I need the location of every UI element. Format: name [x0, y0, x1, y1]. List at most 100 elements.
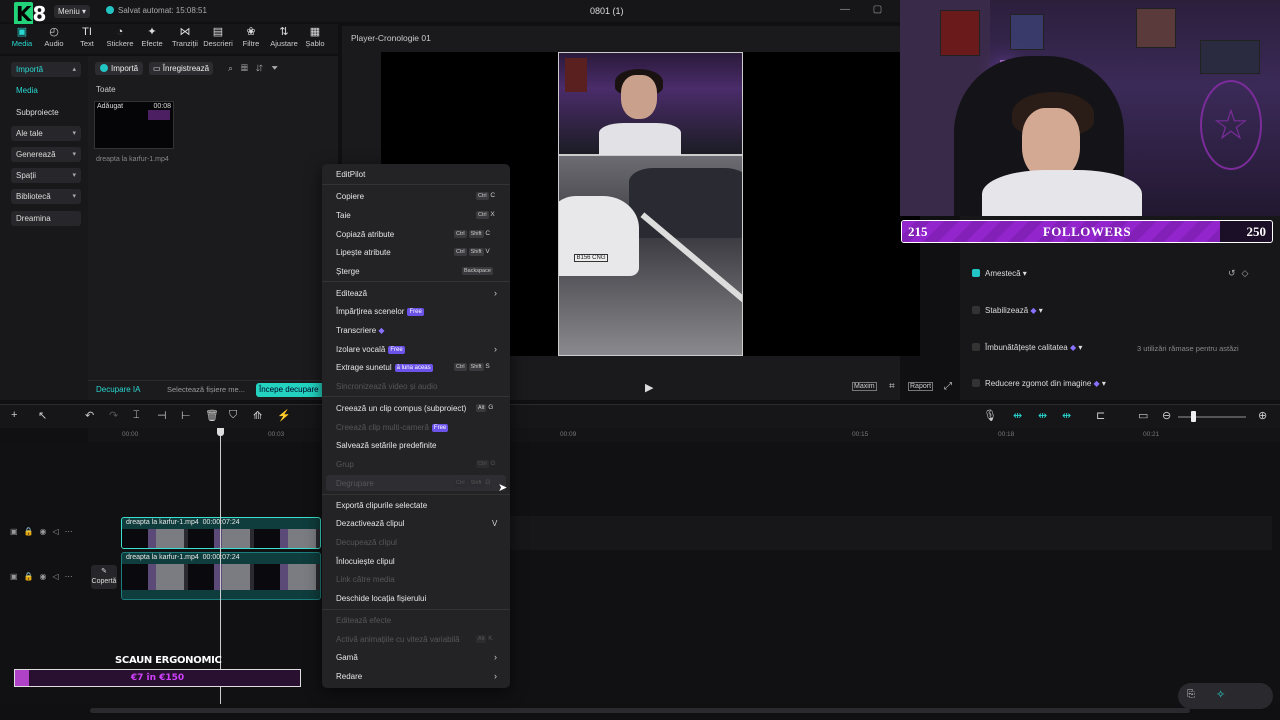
- delete-icon[interactable]: 🗑: [205, 409, 219, 422]
- cover-button[interactable]: ✎ Copertă: [91, 565, 117, 589]
- screenshot-icon[interactable]: ⌗: [889, 381, 895, 392]
- more-icon[interactable]: ⋯: [65, 527, 79, 536]
- menu-item-copy[interactable]: Copiere: [336, 192, 364, 201]
- menu-item-transcribe[interactable]: Transcriere ◆: [336, 326, 385, 335]
- menu-item-edit[interactable]: Editează: [336, 289, 367, 298]
- split-right-icon[interactable]: ⊢: [181, 409, 191, 422]
- tab-audio[interactable]: ◴ Audio: [38, 26, 70, 48]
- improve-quality-option[interactable]: Îmbunătățește calitatea ◆ ▾: [972, 343, 1082, 352]
- video-frame-webcam[interactable]: [558, 52, 743, 156]
- menu-item-range[interactable]: Gamă: [336, 653, 358, 662]
- zoom-out-icon[interactable]: ⊖: [1162, 409, 1171, 422]
- sidebar-item-subprojects[interactable]: Subproiecte: [11, 105, 81, 120]
- editpilot-floating-button[interactable]: ⎘ ✧: [1178, 683, 1273, 709]
- maximize-button[interactable]: Maxim: [852, 382, 877, 391]
- media-thumbnail[interactable]: Adăugat 00:08: [94, 101, 174, 149]
- captions-track-icon[interactable]: ▭: [1138, 409, 1148, 422]
- sidebar-item-generate[interactable]: Generează ▾: [11, 147, 81, 162]
- undo-icon[interactable]: ↶: [85, 409, 94, 422]
- menu-item-voice-isolation[interactable]: Izolare vocală Free: [336, 345, 405, 354]
- zoom-in-icon[interactable]: ⊕: [1258, 409, 1267, 422]
- tab-stickers[interactable]: ◔ Stickere: [104, 26, 136, 48]
- menu-item-disable-clip[interactable]: Dezactivează clipul: [336, 519, 404, 528]
- blend-controls[interactable]: ↺◇: [1228, 268, 1254, 279]
- more-icon[interactable]: ⋯: [65, 572, 79, 581]
- video-frame-street[interactable]: B156 CNG: [558, 155, 743, 356]
- crop-icon[interactable]: ⟰: [253, 409, 262, 422]
- import-button[interactable]: Importă: [95, 62, 144, 75]
- checkbox-icon[interactable]: [972, 306, 980, 314]
- sidebar-item-spaces[interactable]: Spații ▾: [11, 168, 81, 183]
- menu-button[interactable]: Meniu ▾: [54, 5, 91, 18]
- speed-icon[interactable]: ⚡: [277, 409, 291, 422]
- microphone-icon[interactable]: 🎙: [983, 409, 997, 422]
- timeline-ruler[interactable]: [88, 428, 1280, 442]
- speaker-icon[interactable]: ◁: [53, 572, 65, 581]
- tab-templates[interactable]: ▦ Șablo: [300, 26, 330, 48]
- menu-item-playback[interactable]: Redare: [336, 672, 362, 681]
- menu-item-save-presets[interactable]: Salvează setările predefinite: [336, 441, 437, 450]
- track-select-icon[interactable]: ▣: [10, 527, 24, 536]
- menu-item-extract-audio[interactable]: Extrage sunetul ă luna aceas: [336, 363, 433, 372]
- track-select-icon[interactable]: ▣: [10, 572, 24, 581]
- menu-item-delete[interactable]: Șterge: [336, 267, 360, 276]
- ratio-button[interactable]: Raport: [908, 382, 934, 391]
- track-controls[interactable]: ▣🔒◉◁⋯: [10, 527, 79, 536]
- shield-icon[interactable]: ⛉: [229, 409, 237, 422]
- magnet-icon[interactable]: ⇹: [1013, 409, 1022, 422]
- tab-effects[interactable]: ✦ Efecte: [136, 26, 168, 48]
- menu-item-paste-attributes[interactable]: Lipește atribute: [336, 248, 391, 257]
- menu-item-scene-split[interactable]: Împărțirea scenelor Free: [336, 307, 424, 316]
- checkbox-icon[interactable]: [972, 343, 980, 351]
- sidebar-item-dreamina[interactable]: Dreamina: [11, 211, 81, 226]
- tab-media[interactable]: ▣ Media: [6, 26, 38, 48]
- lock-icon[interactable]: 🔒: [24, 572, 40, 581]
- menu-header-editpilot[interactable]: EditPilot: [336, 170, 365, 179]
- link-icon[interactable]: ⇹: [1038, 409, 1047, 422]
- checkbox-checked-icon[interactable]: [972, 269, 980, 277]
- zoom-slider[interactable]: [1178, 416, 1246, 418]
- speaker-icon[interactable]: ◁: [53, 527, 65, 536]
- zoom-slider-handle[interactable]: [1191, 411, 1196, 422]
- tab-filters[interactable]: ❀ Filtre: [235, 26, 267, 48]
- tab-text[interactable]: TI Text: [71, 26, 103, 48]
- redo-icon[interactable]: ↷: [109, 409, 118, 422]
- tab-transitions[interactable]: ⋈ Tranziții: [169, 26, 201, 48]
- menu-item-replace-clip[interactable]: Înlocuiește clipul: [336, 557, 395, 566]
- playhead-handle[interactable]: [217, 428, 224, 436]
- filter-all-label[interactable]: Toate: [96, 85, 116, 94]
- checkbox-icon[interactable]: [972, 379, 980, 387]
- select-cursor-icon[interactable]: ↖: [38, 409, 47, 422]
- timeline-clip[interactable]: dreapta la karfur-1.mp4 00:00:07:24: [121, 552, 321, 600]
- record-button[interactable]: ▭ Înregistrează: [149, 62, 214, 75]
- tab-captions[interactable]: ▤ Descrieri: [202, 26, 234, 48]
- split-left-icon[interactable]: ⊣: [157, 409, 167, 422]
- play-icon[interactable]: ▶: [645, 381, 653, 394]
- menu-item-open-location[interactable]: Deschide locația fișierului: [336, 594, 426, 603]
- eye-icon[interactable]: ◉: [40, 572, 53, 581]
- sidebar-item-library[interactable]: Bibliotecă ▾: [11, 189, 81, 204]
- menu-item-compound-clip[interactable]: Creează un clip compus (subproiect): [336, 404, 466, 413]
- fullscreen-icon[interactable]: ⤢: [944, 381, 952, 392]
- tab-adjust[interactable]: ⇅ Ajustare: [268, 26, 300, 48]
- sidebar-item-media[interactable]: Media: [11, 83, 81, 98]
- noise-reduction-option[interactable]: Reducere zgomot din imagine ◆ ▾: [972, 379, 1106, 388]
- menu-item-export-selected[interactable]: Exportă clipurile selectate: [336, 501, 427, 510]
- timeline-scrollbar[interactable]: [90, 708, 1190, 713]
- add-track-icon[interactable]: +: [11, 409, 17, 421]
- window-controls[interactable]: — ▢: [840, 4, 892, 15]
- menu-item-copy-attributes[interactable]: Copiază atribute: [336, 230, 394, 239]
- timeline-clip[interactable]: dreapta la karfur-1.mp4 00:00:07:24: [121, 517, 321, 549]
- sidebar-item-import[interactable]: Importă ▴: [11, 62, 81, 77]
- track-controls[interactable]: ▣🔒◉◁⋯: [10, 572, 79, 581]
- blend-option[interactable]: Amestecă ▾: [972, 269, 1027, 278]
- start-cutout-button[interactable]: Începe decupare: [256, 383, 326, 397]
- media-view-tools[interactable]: ⌕▦⇵⏷: [228, 63, 286, 74]
- sidebar-item-yours[interactable]: Ale tale ▾: [11, 126, 81, 141]
- track-lane[interactable]: [500, 516, 1272, 550]
- eye-icon[interactable]: ◉: [40, 527, 53, 536]
- lock-icon[interactable]: 🔒: [24, 527, 40, 536]
- menu-item-cut[interactable]: Taie: [336, 211, 351, 220]
- split-icon[interactable]: ⌶: [133, 409, 140, 422]
- preview-axis-icon[interactable]: ⇹: [1062, 409, 1071, 422]
